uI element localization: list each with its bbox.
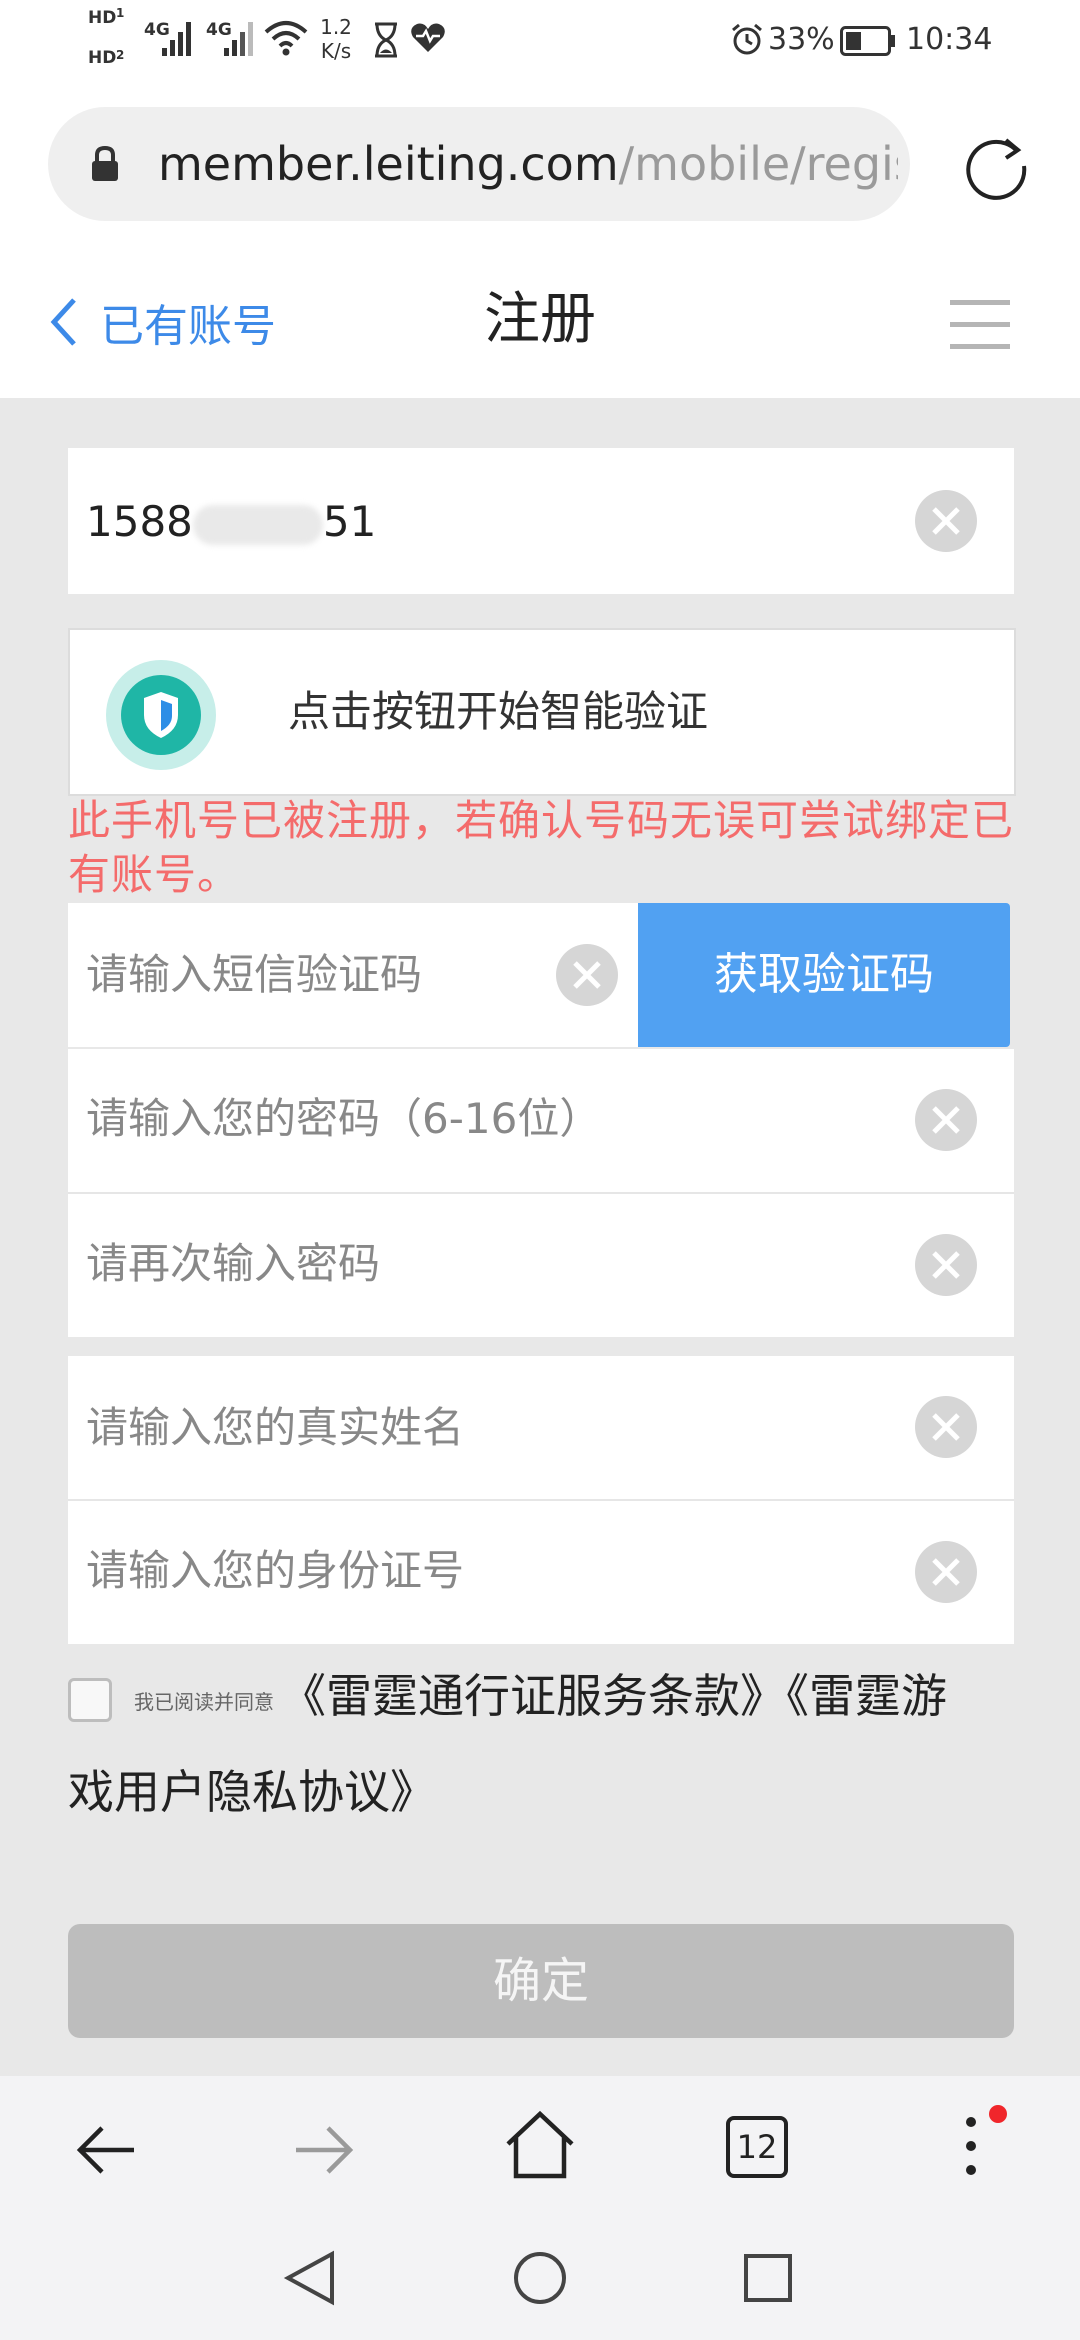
password-confirm-input[interactable]: 请再次输入密码	[86, 1234, 380, 1294]
alarm-icon	[732, 23, 762, 55]
identity-group: 请输入您的真实姓名 请输入您的身份证号	[68, 1356, 1014, 1644]
system-nav-bar	[0, 2218, 1080, 2340]
agree-prefix: 我已阅读并同意	[134, 1690, 274, 1714]
browser-toolbar: member.leiting.com/mobile/regist	[0, 80, 1080, 240]
agreement-row: 我已阅读并同意 《雷霆通行证服务条款》《雷霆游 戏用户隐私协议》	[68, 1656, 1018, 1836]
verify-prompt: 点击按钮开始智能验证	[288, 687, 709, 736]
tabs-button[interactable]: 12	[726, 2116, 788, 2178]
clock: 10:34	[906, 22, 993, 57]
signal-strength-icon	[162, 22, 191, 56]
address-bar[interactable]: member.leiting.com/mobile/regist	[48, 107, 910, 221]
net-speed-unit: K/s	[320, 39, 352, 63]
clear-idcard-button[interactable]	[915, 1541, 977, 1603]
close-icon	[932, 507, 960, 535]
back-arrow-icon[interactable]	[74, 2118, 138, 2182]
error-message: 此手机号已被注册，若确认号码无误可尝试绑定已有账号。	[68, 796, 1015, 899]
phone-input[interactable]: 1588 51	[86, 492, 376, 552]
phone-field[interactable]: 1588 51	[68, 448, 1014, 594]
url-text: member.leiting.com/mobile/regist	[158, 137, 898, 191]
clear-password-button[interactable]	[915, 1089, 977, 1151]
close-icon	[932, 1558, 960, 1586]
password-group: 请输入您的密码（6-16位） 请再次输入密码	[68, 1049, 1014, 1337]
password-field[interactable]: 请输入您的密码（6-16位）	[68, 1049, 1014, 1192]
password-input[interactable]: 请输入您的密码（6-16位）	[86, 1089, 601, 1149]
system-back-icon[interactable]	[282, 2248, 338, 2308]
realname-field[interactable]: 请输入您的真实姓名	[68, 1356, 1014, 1499]
url-domain: member.leiting.com	[158, 137, 619, 191]
get-code-button[interactable]: 获取验证码	[638, 903, 1010, 1047]
masked-digits	[192, 504, 323, 545]
confirm-button[interactable]: 确定	[68, 1924, 1014, 2038]
refresh-icon[interactable]	[960, 130, 1032, 202]
close-icon	[932, 1106, 960, 1134]
hd2-badge: HD	[88, 48, 117, 68]
home-icon[interactable]	[504, 2110, 576, 2182]
system-home-icon[interactable]	[512, 2250, 568, 2306]
close-icon	[573, 961, 601, 989]
signal-strength-icon	[224, 22, 253, 56]
status-bar: HD HD 1 2 4G 4G 1.2 K/s 33% 10:34	[0, 0, 1080, 80]
page-title: 注册	[484, 287, 596, 352]
system-recents-icon[interactable]	[742, 2252, 794, 2304]
agree-checkbox[interactable]	[68, 1678, 112, 1722]
hourglass-icon	[375, 22, 397, 58]
smart-verify-box[interactable]: 点击按钮开始智能验证	[68, 628, 1016, 796]
hd1-badge: HD	[88, 8, 117, 28]
phone-value-visible: 1588	[86, 497, 193, 546]
page-header: 已有账号 注册	[0, 240, 1080, 398]
privacy-link[interactable]: 戏用户隐私协议》	[68, 1752, 436, 1832]
battery-percent: 33%	[768, 22, 835, 57]
health-heart-icon	[411, 23, 445, 52]
sms-code-input[interactable]: 请输入短信验证码	[86, 945, 422, 1005]
realname-input[interactable]: 请输入您的真实姓名	[86, 1398, 464, 1458]
clear-password-confirm-button[interactable]	[915, 1234, 977, 1296]
sim1-index: 1	[116, 6, 125, 20]
shield-icon[interactable]	[106, 660, 216, 770]
forward-arrow-icon[interactable]	[292, 2118, 356, 2182]
phone-value-tail: 51	[322, 497, 377, 546]
lock-icon	[92, 145, 118, 181]
clear-realname-button[interactable]	[915, 1396, 977, 1458]
close-icon	[932, 1413, 960, 1441]
menu-icon[interactable]	[950, 300, 1010, 350]
clear-sms-button[interactable]	[556, 944, 618, 1006]
idcard-input[interactable]: 请输入您的身份证号	[86, 1541, 464, 1601]
battery-icon	[840, 26, 895, 56]
net-speed-value: 1.2	[320, 15, 352, 39]
terms-link[interactable]: 《雷霆通行证服务条款》《雷霆游	[280, 1656, 947, 1736]
password-confirm-field[interactable]: 请再次输入密码	[68, 1194, 1014, 1337]
sms-code-field[interactable]: 请输入短信验证码	[68, 903, 638, 1047]
browser-nav-bar: 12	[0, 2076, 1080, 2218]
clear-phone-button[interactable]	[915, 490, 977, 552]
close-icon	[932, 1251, 960, 1279]
idcard-field[interactable]: 请输入您的身份证号	[68, 1501, 1014, 1644]
wifi-icon	[264, 21, 308, 56]
url-path: /mobile/regist	[618, 137, 898, 191]
sim2-index: 2	[116, 48, 125, 62]
more-options-icon[interactable]	[956, 2102, 1016, 2192]
